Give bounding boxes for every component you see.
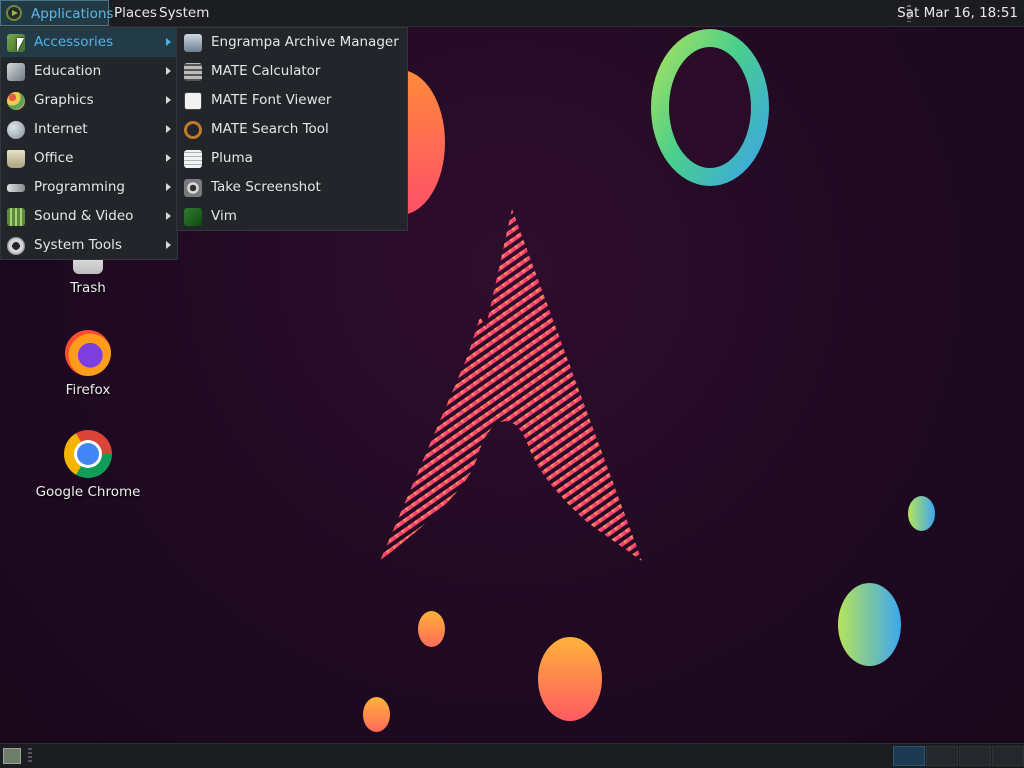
menu-item-accessories[interactable]: Accessories [1, 28, 177, 57]
menu-item-search-tool[interactable]: MATE Search Tool [177, 115, 407, 144]
firefox-icon [65, 330, 111, 376]
applications-menu-button[interactable]: Applications [0, 0, 113, 26]
menu-item-label: Education [34, 63, 102, 79]
wallpaper-blob [908, 496, 935, 531]
internet-icon [7, 121, 25, 139]
menu-item-label: Engrampa Archive Manager [211, 34, 399, 50]
vim-icon [184, 208, 202, 226]
menu-item-engrampa[interactable]: Engrampa Archive Manager [177, 28, 407, 57]
menu-item-education[interactable]: Education [1, 57, 177, 86]
office-icon [7, 150, 25, 168]
menu-item-label: MATE Font Viewer [211, 92, 332, 108]
bottom-panel [0, 743, 1024, 768]
menu-item-label: MATE Search Tool [211, 121, 329, 137]
education-icon [7, 63, 25, 81]
distro-logo-icon [6, 5, 22, 21]
clock[interactable]: Sat Mar 16, 18:51 [897, 0, 1018, 26]
menu-item-graphics[interactable]: Graphics [1, 86, 177, 115]
menu-item-label: Pluma [211, 150, 253, 166]
wallpaper-blob [838, 583, 901, 666]
desktop-icon-label: Firefox [65, 382, 111, 398]
workspace-2[interactable] [926, 746, 958, 766]
menu-item-label: Programming [34, 179, 125, 195]
applications-category-menu: Accessories Education Graphics Internet … [0, 27, 178, 260]
menu-item-label: System Tools [34, 237, 122, 253]
sound-video-icon [7, 208, 25, 226]
menu-item-label: Office [34, 150, 74, 166]
search-tool-icon [184, 121, 202, 139]
archive-manager-icon [184, 34, 202, 52]
system-menu-button[interactable]: System [155, 0, 213, 26]
menu-item-label: Sound & Video [34, 208, 134, 224]
top-panel: Applications Places System Sat Mar 16, 1… [0, 0, 1024, 27]
desktop-icon-chrome[interactable]: Google Chrome [33, 430, 143, 500]
chevron-right-icon [166, 212, 171, 220]
menu-item-font-viewer[interactable]: MATE Font Viewer [177, 86, 407, 115]
places-menu-button[interactable]: Places [110, 0, 161, 26]
text-editor-icon [184, 150, 202, 168]
chevron-right-icon [166, 241, 171, 249]
graphics-icon [7, 92, 25, 110]
chevron-right-icon [166, 67, 171, 75]
menu-item-label: Vim [211, 208, 237, 224]
panel-drag-handle[interactable] [28, 748, 32, 763]
desktop-icon-firefox[interactable]: Firefox [33, 330, 143, 398]
chevron-right-icon [166, 154, 171, 162]
menu-item-calculator[interactable]: MATE Calculator [177, 57, 407, 86]
mouse-cursor [17, 38, 24, 52]
menu-item-label: Internet [34, 121, 88, 137]
calculator-icon [184, 63, 202, 81]
chrome-icon [64, 430, 112, 478]
applications-label: Applications [31, 6, 114, 22]
screenshot-icon [184, 179, 202, 197]
menu-item-label: Graphics [34, 92, 94, 108]
programming-icon [7, 184, 25, 192]
chevron-right-icon [166, 183, 171, 191]
wallpaper-blob [363, 697, 390, 732]
desktop-icon-label: Trash [70, 280, 106, 296]
wallpaper-blob [538, 637, 602, 721]
workspace-3[interactable] [959, 746, 991, 766]
workspace-4[interactable] [992, 746, 1024, 766]
menu-item-vim[interactable]: Vim [177, 202, 407, 231]
font-viewer-icon [184, 92, 202, 110]
menu-item-label: MATE Calculator [211, 63, 321, 79]
menu-item-internet[interactable]: Internet [1, 115, 177, 144]
chevron-right-icon [166, 38, 171, 46]
chevron-right-icon [166, 125, 171, 133]
menu-item-system-tools[interactable]: System Tools [1, 231, 177, 260]
accessories-submenu: Engrampa Archive Manager MATE Calculator… [176, 27, 408, 231]
arch-logo [380, 209, 642, 561]
menu-item-pluma[interactable]: Pluma [177, 144, 407, 173]
show-desktop-icon[interactable] [3, 748, 21, 764]
menu-item-programming[interactable]: Programming [1, 173, 177, 202]
menu-item-label: Accessories [34, 34, 114, 50]
chevron-right-icon [166, 96, 171, 104]
system-tools-icon [7, 237, 25, 255]
menu-item-label: Take Screenshot [211, 179, 321, 195]
menu-item-screenshot[interactable]: Take Screenshot [177, 173, 407, 202]
wallpaper-ring [651, 29, 769, 186]
desktop-icon-label: Google Chrome [35, 484, 141, 500]
menu-item-office[interactable]: Office [1, 144, 177, 173]
menu-item-sound-video[interactable]: Sound & Video [1, 202, 177, 231]
wallpaper-blob [418, 611, 445, 647]
workspace-1[interactable] [893, 746, 925, 766]
